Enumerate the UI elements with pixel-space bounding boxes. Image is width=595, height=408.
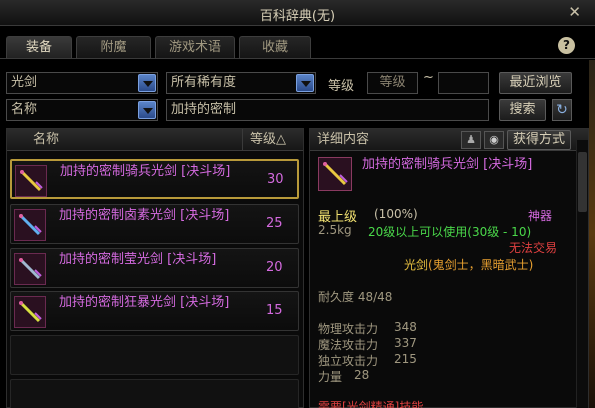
close-icon[interactable]: ✕ <box>568 3 581 21</box>
sort-select-value: 名称 <box>11 102 38 117</box>
tab-enchant[interactable]: 附魔 <box>76 36 151 58</box>
item-level: 20 <box>266 260 283 275</box>
level-requirement: 20级以上可以使用(30级 - 10) <box>368 225 532 239</box>
item-name: 加持的密制骑兵光剑 [决斗场] <box>60 164 231 179</box>
stat-label: 魔法攻击力 <box>318 338 379 352</box>
range-tilde: ~ <box>423 70 434 85</box>
chevron-down-icon[interactable] <box>138 74 156 92</box>
list-item[interactable]: 加持的密制卤素光剑 [决斗场] 25 <box>10 204 299 244</box>
lightsaber-icon <box>14 296 46 328</box>
stat-value: 215 <box>394 352 417 366</box>
detail-scrollbar[interactable] <box>576 140 588 408</box>
sort-select[interactable]: 名称 <box>6 99 158 121</box>
header-name[interactable]: 名称 <box>33 129 59 150</box>
refresh-icon[interactable]: ↻ <box>552 99 572 121</box>
stat-label: 力量 <box>318 370 343 384</box>
chevron-down-icon[interactable] <box>138 101 156 119</box>
recent-browse-button[interactable]: 最近浏览 <box>499 72 572 94</box>
eye-icon[interactable]: ◉ <box>484 131 504 149</box>
item-level: 15 <box>266 303 283 318</box>
rarity-select[interactable]: 所有稀有度 <box>166 72 316 94</box>
type-select-value: 光剑 <box>11 75 38 90</box>
stat-value: 348 <box>394 320 417 334</box>
item-name: 加持的密制莹光剑 [决斗场] <box>59 252 217 267</box>
lightsaber-icon <box>14 209 46 241</box>
header-level-sort[interactable]: 等级△ <box>250 129 286 150</box>
obtain-method-button[interactable]: 获得方式 <box>507 130 571 150</box>
weapon-type: 光剑 <box>404 258 429 272</box>
usable-classes: (鬼剑士，黑暗武士) <box>428 258 534 272</box>
stat-label: 物理攻击力 <box>318 322 379 336</box>
chevron-down-icon[interactable] <box>296 74 314 92</box>
detail-item-name: 加持的密制骑兵光剑 [决斗场] <box>362 157 533 172</box>
detail-title: 详细内容 <box>317 132 370 147</box>
divider <box>0 58 595 59</box>
stat-value: 28 <box>354 368 370 382</box>
item-level: 25 <box>266 216 283 231</box>
level-max-input[interactable] <box>438 72 489 94</box>
avatar-preview-icon[interactable]: ♟ <box>461 131 481 149</box>
window-title: 百科辞典(无) <box>259 9 336 24</box>
scrollbar-thumb[interactable] <box>578 152 587 212</box>
list-item[interactable]: 加持的密制莹光剑 [决斗场] 20 <box>10 248 299 288</box>
level-min-input[interactable]: 等级 <box>367 72 418 94</box>
tab-equipment[interactable]: 装备 <box>6 36 72 58</box>
level-label: 等级 <box>328 79 355 94</box>
durability: 耐久度 48/48 <box>318 290 393 304</box>
grade-percent: (100%) <box>374 207 418 221</box>
lightsaber-icon <box>318 157 352 191</box>
trade-restriction: 无法交易 <box>509 241 558 255</box>
help-icon[interactable]: ? <box>558 37 575 54</box>
lightsaber-icon <box>15 165 47 197</box>
empty-slot <box>10 379 299 408</box>
stat-label: 独立攻击力 <box>318 354 379 368</box>
list-item[interactable]: 加持的密制狂暴光剑 [决斗场] 15 <box>10 291 299 331</box>
item-level: 30 <box>267 172 284 187</box>
search-input[interactable]: 加持的密制 <box>166 99 489 121</box>
list-header: 名称 等级△ <box>7 129 303 151</box>
tab-game-terms[interactable]: 游戏术语 <box>155 36 235 58</box>
list-item[interactable]: 加持的密制骑兵光剑 [决斗场] 30 <box>10 159 299 199</box>
background-edge <box>589 60 595 408</box>
empty-slot <box>10 335 299 375</box>
skill-requirement: 需要[光剑精通]技能 <box>318 400 424 408</box>
detail-header: 详细内容 ♟ ◉ 获得方式 <box>310 129 588 151</box>
rarity-select-value: 所有稀有度 <box>171 75 237 90</box>
header-separator <box>242 129 243 150</box>
tab-favorites[interactable]: 收藏 <box>239 36 311 58</box>
title-bar: 百科辞典(无) ✕ <box>0 0 595 26</box>
rarity-label: 神器 <box>528 209 553 223</box>
type-select[interactable]: 光剑 <box>6 72 158 94</box>
item-name: 加持的密制狂暴光剑 [决斗场] <box>59 295 230 310</box>
item-name: 加持的密制卤素光剑 [决斗场] <box>59 208 230 223</box>
lightsaber-icon <box>14 253 46 285</box>
weight: 2.5kg <box>318 223 352 237</box>
search-button[interactable]: 搜索 <box>499 99 546 121</box>
stat-value: 337 <box>394 336 417 350</box>
